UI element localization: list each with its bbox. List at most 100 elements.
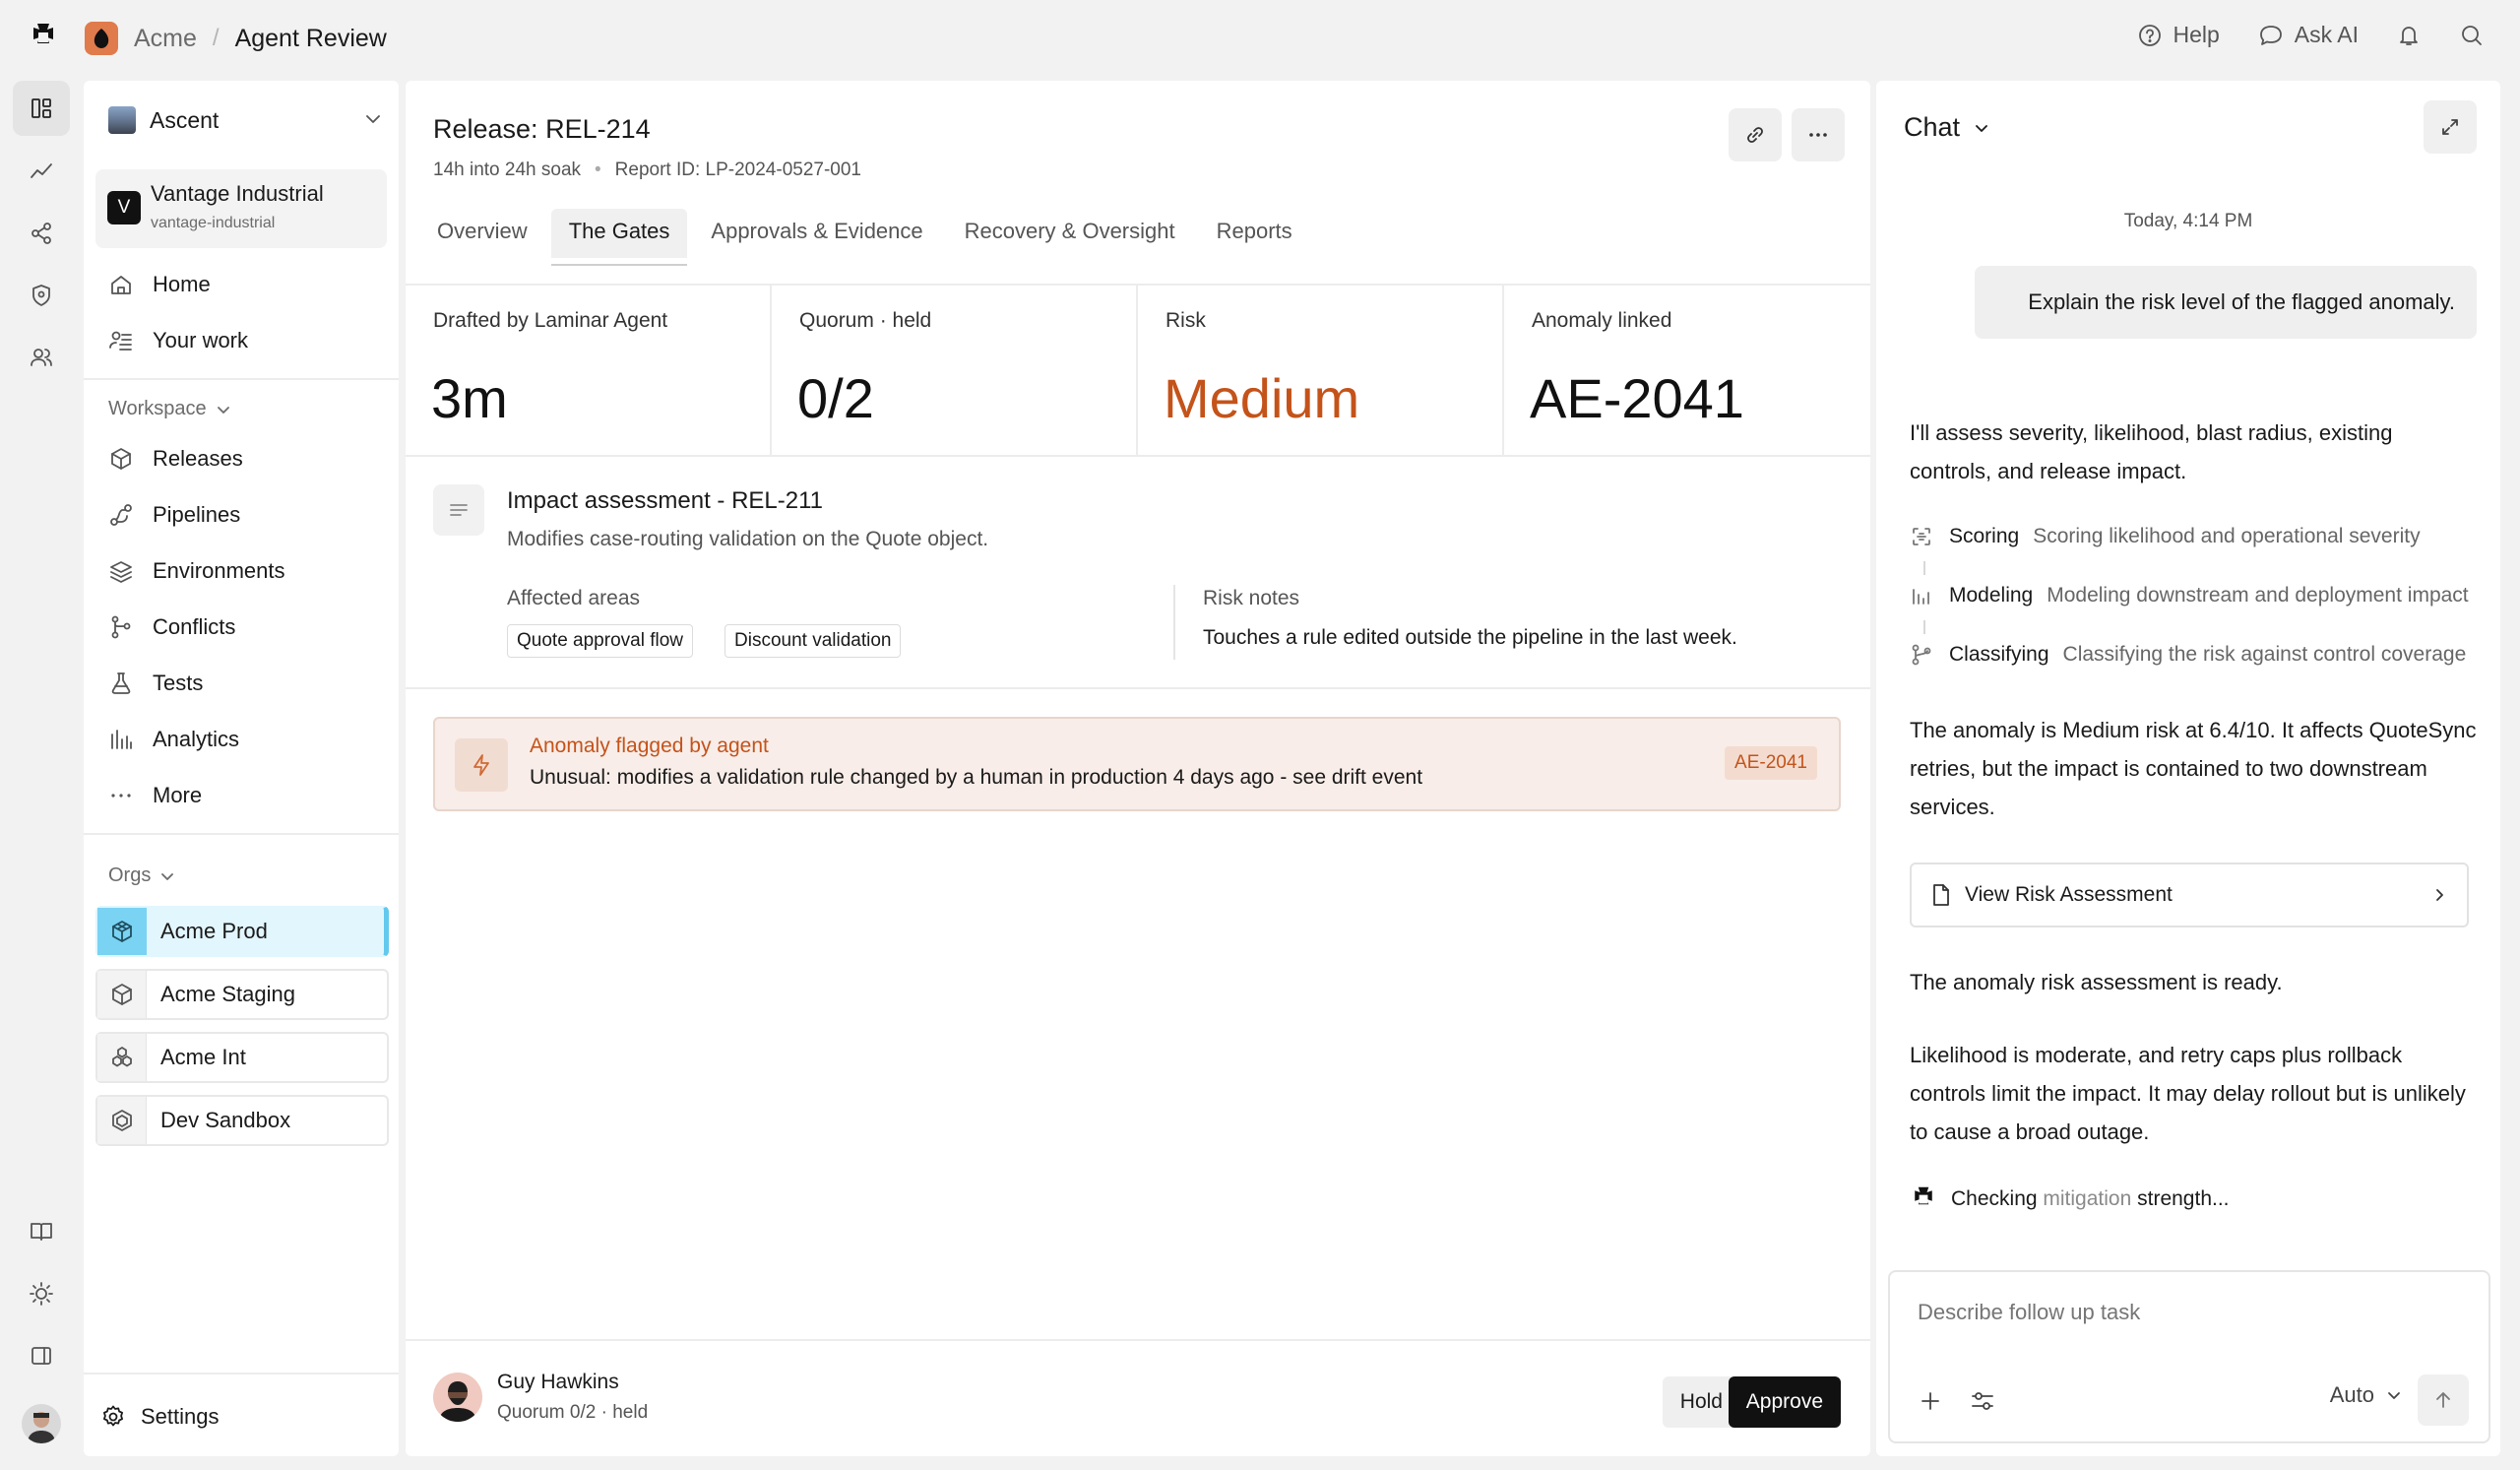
view-risk-assessment-card[interactable]: View Risk Assessment xyxy=(1910,863,2469,927)
org-box-icon xyxy=(97,1097,147,1144)
stat-value: 0/2 xyxy=(797,367,874,429)
agent-step-modeling[interactable]: Modeling Modeling downstream and deploym… xyxy=(1910,581,2477,610)
tab-recovery-oversight[interactable]: Recovery & Oversight xyxy=(947,209,1193,258)
sidebar-item-label: Your work xyxy=(153,328,249,352)
rail-team-button[interactable] xyxy=(13,330,70,385)
ellipsis-icon xyxy=(107,782,135,809)
org-item-dev-sandbox[interactable]: Dev Sandbox xyxy=(95,1095,389,1146)
step-description: Scoring likelihood and operational sever… xyxy=(2033,525,2421,547)
agent-step-classifying[interactable]: Classifying Classifying the risk against… xyxy=(1910,640,2477,670)
arrow-up-icon xyxy=(2436,1392,2450,1408)
tenant-slug: vantage-industrial xyxy=(151,215,276,231)
agent-step-scoring[interactable]: Scoring Scoring likelihood and operation… xyxy=(1910,522,2477,551)
sidebar-item-conflicts[interactable]: Conflicts xyxy=(107,607,235,647)
flask-icon xyxy=(107,670,135,697)
sidebar-item-environments[interactable]: Environments xyxy=(107,551,285,591)
tab-reports[interactable]: Reports xyxy=(1199,209,1310,258)
org-item-acme-staging[interactable]: Acme Staging xyxy=(95,969,389,1020)
stat-quorum: Quorum · held 0/2 xyxy=(772,286,1138,455)
step-connector xyxy=(1923,561,1925,575)
agent-logo-icon xyxy=(1915,1186,1932,1205)
approver-avatar-icon xyxy=(439,1381,476,1422)
org-label: Acme Int xyxy=(160,1045,246,1069)
chevron-right-icon xyxy=(2436,889,2443,901)
rail-activity-button[interactable] xyxy=(13,144,70,199)
more-options-button[interactable] xyxy=(1792,108,1845,161)
sidebar-item-analytics[interactable]: Analytics xyxy=(107,720,239,759)
card-label: View Risk Assessment xyxy=(1965,883,2173,906)
tab-the-gates[interactable]: The Gates xyxy=(550,209,688,266)
stat-label: Anomaly linked xyxy=(1532,309,1672,332)
sidebar-item-label: Tests xyxy=(153,671,204,695)
document-icon xyxy=(1933,884,1949,906)
orgs-section-toggle[interactable]: Orgs xyxy=(108,864,176,887)
area-chip[interactable]: Quote approval flow xyxy=(507,624,693,658)
tenant-card[interactable]: V Vantage Industrial vantage-industrial xyxy=(95,169,387,248)
expand-icon xyxy=(2442,119,2458,135)
search-icon[interactable] xyxy=(2459,23,2485,48)
tab-approvals-evidence[interactable]: Approvals & Evidence xyxy=(693,209,940,258)
orgs-section-label: Orgs xyxy=(108,864,152,886)
breadcrumb-org[interactable]: Acme xyxy=(134,25,197,53)
stat-value[interactable]: AE-2041 xyxy=(1530,366,1744,430)
approve-button[interactable]: Approve xyxy=(1728,1376,1841,1428)
chevron-down-icon xyxy=(366,115,380,123)
copy-link-button[interactable] xyxy=(1729,108,1782,161)
workspace-section-toggle[interactable]: Workspace xyxy=(108,398,232,420)
anomaly-alert[interactable]: Anomaly flagged by agent Unusual: modifi… xyxy=(433,717,1841,811)
stat-drafted: Drafted by Laminar Agent 3m xyxy=(406,286,772,455)
ask-ai-label: Ask AI xyxy=(2294,22,2359,47)
org-item-acme-int[interactable]: Acme Int xyxy=(95,1032,389,1083)
panel-icon xyxy=(32,1347,51,1365)
chat-input[interactable] xyxy=(1918,1300,2449,1325)
sidebar-item-more[interactable]: More xyxy=(107,776,202,815)
assistant-intro: I'll assess severity, likelihood, blast … xyxy=(1910,420,2393,483)
chevron-down-icon xyxy=(217,406,229,414)
org-label: Acme Staging xyxy=(160,982,295,1006)
stat-value-risk: Medium xyxy=(1164,367,1360,429)
rail-panel-toggle-button[interactable] xyxy=(13,1328,70,1383)
bars-icon xyxy=(107,726,135,753)
area-chip[interactable]: Discount validation xyxy=(724,624,902,658)
main-panel: Release: REL-214 14h into 24h soak • Rep… xyxy=(406,81,1870,1456)
sidebar-divider xyxy=(84,833,399,835)
send-button[interactable] xyxy=(2418,1374,2469,1426)
sidebar-item-tests[interactable]: Tests xyxy=(107,664,203,703)
expand-chat-button[interactable] xyxy=(2424,100,2477,154)
app-logo-icon[interactable] xyxy=(28,22,59,53)
meta-separator: • xyxy=(595,160,601,180)
rail-security-button[interactable] xyxy=(13,268,70,323)
settings-button[interactable]: Settings xyxy=(99,1403,220,1431)
rail-theme-button[interactable] xyxy=(13,1266,70,1321)
profile-avatar[interactable] xyxy=(22,1404,61,1443)
sidebar-item-releases[interactable]: Releases xyxy=(107,439,243,479)
org-avatar-icon[interactable] xyxy=(85,22,118,55)
sidebar-item-pipelines[interactable]: Pipelines xyxy=(107,495,240,535)
sidebar-item-your-work[interactable]: Your work xyxy=(107,321,248,360)
agent-thinking-status: Checking mitigation strength... xyxy=(1910,1185,2230,1213)
help-button[interactable]: Help xyxy=(2137,22,2220,48)
ask-ai-icon xyxy=(2259,25,2282,45)
rail-docs-button[interactable] xyxy=(13,1204,70,1259)
workspace-switcher[interactable]: Ascent xyxy=(108,100,384,140)
breadcrumb-page: Agent Review xyxy=(234,24,387,52)
org-item-acme-prod[interactable]: Acme Prod xyxy=(95,906,389,957)
rail-graph-button[interactable] xyxy=(13,206,70,261)
assistant-detail: Likelihood is moderate, and retry caps p… xyxy=(1910,1043,2466,1144)
chat-title-dropdown[interactable]: Chat xyxy=(1904,112,1991,143)
sliders-icon[interactable] xyxy=(1969,1388,1996,1414)
rail-dashboard-button[interactable] xyxy=(13,81,70,136)
bell-icon[interactable] xyxy=(2396,23,2422,48)
ask-ai-button[interactable]: Ask AI xyxy=(2257,22,2359,48)
sidebar: Ascent V Vantage Industrial vantage-indu… xyxy=(84,81,399,1456)
approver-avatar xyxy=(433,1373,482,1422)
scan-icon xyxy=(1910,525,1939,548)
sidebar-item-home[interactable]: Home xyxy=(107,265,211,304)
sidebar-item-label: Home xyxy=(153,272,211,296)
model-select[interactable]: Auto xyxy=(2330,1382,2404,1408)
tab-bar: Overview The Gates Approvals & Evidence … xyxy=(419,209,1310,266)
anomaly-badge[interactable]: AE-2041 xyxy=(1725,746,1817,780)
report-id: Report ID: LP-2024-0527-001 xyxy=(614,160,861,180)
plus-icon[interactable] xyxy=(1918,1388,1943,1414)
tab-overview[interactable]: Overview xyxy=(419,209,545,258)
